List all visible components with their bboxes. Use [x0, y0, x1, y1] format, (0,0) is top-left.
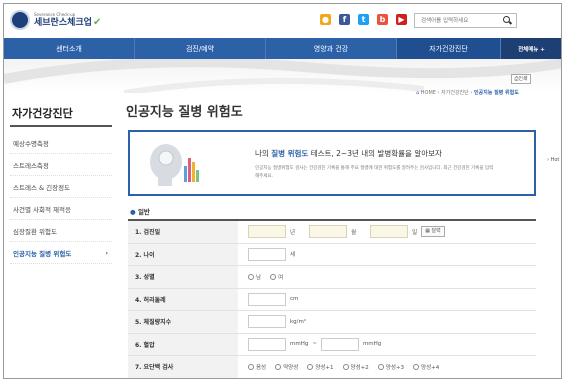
facebook-icon[interactable]: f	[339, 14, 350, 25]
bmi-input[interactable]	[248, 315, 286, 329]
bp-systolic-input[interactable]	[248, 337, 286, 351]
sidebar-item-heart-risk[interactable]: 심장질환 위험도	[10, 220, 112, 242]
blog-icon[interactable]: b	[377, 14, 388, 25]
urine-radio-positive-1[interactable]: 양성+1	[307, 363, 334, 371]
site-header: Severance Check-up 세브란스체크업✔ ● f t b ▶	[4, 4, 561, 38]
home-icon: ⌂	[416, 90, 420, 96]
side-hot-link[interactable]: › Hot	[547, 157, 559, 163]
social-share-links: ● f t b ▶	[320, 14, 407, 25]
form-row-age: 2. 나이 세	[128, 243, 536, 266]
search-icon[interactable]	[499, 14, 515, 27]
month-input[interactable]	[309, 225, 348, 239]
logo-emblem-icon	[10, 10, 30, 30]
head-chart-illustration-icon	[150, 144, 199, 186]
nav-item-center-intro[interactable]: 센터소개	[4, 38, 135, 59]
field-label: 7. 요단백 검사	[128, 356, 238, 378]
bp-separator: ~	[312, 341, 317, 348]
sidebar-item-social-readjustment[interactable]: 사건별 사회적 재적응	[10, 198, 112, 220]
sidebar-item-life-expectancy[interactable]: 예상수명측정	[10, 132, 112, 154]
breadcrumb: ⌂ HOME › 자가건강진단 › 인공지능 질병 위험도	[416, 90, 519, 96]
field-label: 4. 허리둘레	[128, 288, 238, 310]
bmi-unit: kg/m²	[290, 318, 307, 325]
bp-diastolic-unit: mmHg	[362, 341, 382, 348]
breadcrumb-home[interactable]: HOME	[421, 90, 436, 96]
year-input[interactable]	[248, 225, 286, 239]
nav-item-self-diagnosis[interactable]: 자가건강진단	[397, 38, 501, 59]
sidebar-divider	[10, 125, 112, 127]
calendar-button[interactable]: ▦ 달력	[421, 226, 445, 238]
nav-item-checkup-reservation[interactable]: 검진/예약	[135, 38, 266, 59]
site-logo[interactable]: Severance Check-up 세브란스체크업✔	[10, 10, 101, 30]
promo-description: 인공지능 질병위험도 검사는 건강검진 기록을 통해 주요 질병에 대한 위험도…	[255, 166, 494, 179]
promo-headline: 나의 질병 위험도 테스트, 2~3년 내의 발병확률을 알아보자	[255, 149, 442, 158]
form-row-date: 1. 검진일 년 월 일 ▦ 달력	[128, 221, 536, 244]
waist-unit: cm	[290, 296, 299, 303]
main-nav: 센터소개 검진/예약 영양과 건강 자가건강진단 전체메뉴 +	[4, 38, 561, 59]
youtube-icon[interactable]: ▶	[396, 14, 407, 25]
page-title: 인공지능 질병 위험도	[126, 105, 243, 120]
field-label: 2. 나이	[128, 243, 238, 265]
field-label: 3. 성별	[128, 266, 238, 288]
waist-input[interactable]	[248, 292, 286, 306]
search-input[interactable]	[415, 14, 499, 27]
logo-name: 세브란스체크업	[34, 17, 92, 28]
bp-systolic-unit: mmHg	[290, 341, 309, 348]
form-row-blood-pressure: 6. 혈압 mmHg ~ mmHg	[128, 333, 536, 356]
urine-radio-positive-4[interactable]: 양성+4	[413, 363, 439, 371]
browser-frame: Severance Check-up 세브란스체크업✔ ● ftb ▶ 센터소개 검…	[3, 3, 562, 379]
banner-decoration	[4, 59, 561, 93]
sidebar-item-stress[interactable]: 스트레스측정	[10, 154, 112, 176]
search-box	[414, 13, 517, 28]
promo-box: 나의 질병 위험도 테스트, 2~3년 내의 발병확률을 알아보자 인공지능 질…	[128, 130, 536, 196]
breadcrumb-section[interactable]: 자가건강진단	[441, 90, 469, 96]
field-label: 6. 혈압	[128, 333, 238, 355]
twitter-icon[interactable]: t	[358, 14, 369, 25]
health-form: 1. 검진일 년 월 일 ▦ 달력 2. 나이 세 3. 성별 남 여 4. 허…	[128, 219, 536, 378]
chevron-right-icon: ›	[105, 248, 108, 257]
nav-item-nutrition-health[interactable]: 영양과 건강	[266, 38, 397, 59]
urine-radio-weak-positive[interactable]: 약양성	[275, 363, 298, 371]
bp-diastolic-input[interactable]	[320, 337, 359, 351]
day-input[interactable]	[370, 225, 409, 239]
form-row-bmi: 5. 체질량지수 kg/m²	[128, 311, 536, 334]
sidebar-item-stress-tension[interactable]: 스트레스 & 긴장정도	[10, 176, 112, 198]
day-unit: 일	[412, 229, 418, 236]
sex-radio-female[interactable]: 여	[270, 273, 283, 281]
checkmark-icon: ✔	[92, 16, 102, 28]
bullet-icon: ●	[130, 208, 136, 216]
month-unit: 월	[351, 229, 357, 236]
urine-radio-positive-2[interactable]: 양성+2	[342, 363, 369, 371]
form-row-sex: 3. 성별 남 여	[128, 266, 536, 289]
field-label: 1. 검진일	[128, 221, 238, 243]
breadcrumb-current: 인공지능 질병 위험도	[473, 90, 519, 96]
age-unit: 세	[290, 252, 296, 259]
form-row-urine-protein: 7. 요단백 검사 음성 약양성 양성+1 양성+2 양성+3 양성+4	[128, 356, 536, 378]
field-label: 5. 체질량지수	[128, 311, 238, 333]
calendar-icon: ▦	[425, 228, 430, 235]
sidebar-item-label: 인공지능 질병 위험도	[13, 249, 72, 258]
kakaostory-icon[interactable]: ●	[320, 14, 331, 25]
sidebar-menu: 예상수명측정 스트레스측정 스트레스 & 긴장정도 사건별 사회적 재적응 심장…	[10, 132, 112, 264]
year-unit: 년	[290, 229, 296, 236]
sidebar-item-ai-risk[interactable]: 인공지능 질병 위험도 ›	[10, 242, 112, 264]
age-input[interactable]	[248, 247, 286, 261]
form-row-waist: 4. 허리둘레 cm	[128, 288, 536, 311]
urine-radio-positive-3[interactable]: 양성+3	[377, 363, 404, 371]
sex-radio-male[interactable]: 남	[248, 273, 261, 281]
all-menu-button[interactable]: 전체메뉴 +	[501, 38, 561, 59]
sidebar-title: 자가건강진단	[12, 107, 73, 120]
urine-radio-negative[interactable]: 음성	[248, 363, 266, 371]
section-label: ● 일반	[130, 208, 150, 216]
print-button[interactable]: ⎙인쇄	[511, 74, 531, 84]
